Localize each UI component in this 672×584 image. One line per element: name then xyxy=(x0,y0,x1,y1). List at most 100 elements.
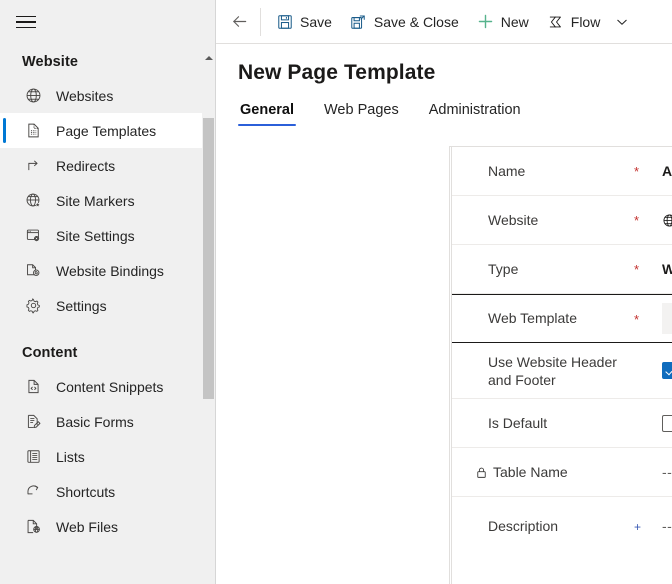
sidebar-item-label: Site Markers xyxy=(56,193,135,209)
command-bar: Save Save & Close xyxy=(216,0,672,44)
form-row-website: Website * Starter Portal xyxy=(452,196,672,245)
sidebar-item-label: Redirects xyxy=(56,158,115,174)
required-marker xyxy=(634,370,662,372)
sidebar-item-web-files[interactable]: Web Files xyxy=(0,509,215,544)
sidebar-item-websites[interactable]: Websites xyxy=(0,78,215,113)
page-template-icon xyxy=(22,120,44,142)
nav-group-title-content: Content xyxy=(0,323,215,369)
form-row-table-name: Table Name --- xyxy=(452,448,672,497)
field-value-website[interactable]: Starter Portal xyxy=(662,212,672,228)
tab-general[interactable]: General xyxy=(238,102,296,126)
field-label-use-website-header-and-footer: Use Website Header and Footer xyxy=(488,353,634,389)
globe-icon xyxy=(662,213,672,228)
save-and-close-icon xyxy=(350,13,367,30)
flow-button-label: Flow xyxy=(571,14,601,30)
save-and-close-button[interactable]: Save & Close xyxy=(341,5,468,39)
required-marker: * xyxy=(634,263,662,275)
sidebar-item-label: Site Settings xyxy=(56,228,135,244)
sidebar-item-label: Content Snippets xyxy=(56,379,163,395)
flow-button[interactable]: Flow xyxy=(538,5,610,39)
sidebar: Website Websites xyxy=(0,0,216,584)
form-card-inner: Name * Account Data Snippet Website * xyxy=(451,147,672,584)
checkbox-use-website-header-and-footer[interactable] xyxy=(662,362,672,379)
form-edit-icon xyxy=(22,411,44,433)
tab-web-pages[interactable]: Web Pages xyxy=(322,102,401,126)
save-and-close-button-label: Save & Close xyxy=(374,14,459,30)
web-file-icon xyxy=(22,516,44,538)
form-row-is-default: Is Default xyxy=(452,399,672,448)
field-value-description[interactable]: --- xyxy=(662,518,672,534)
checkbox-is-default[interactable] xyxy=(662,415,672,432)
sidebar-item-redirects[interactable]: Redirects xyxy=(0,148,215,183)
sidebar-nav: Website Websites xyxy=(0,44,215,584)
back-arrow-icon[interactable] xyxy=(222,5,256,39)
form-row-web-template: Web Template * account-web-template xyxy=(452,294,672,343)
sidebar-item-label: Page Templates xyxy=(56,123,156,139)
save-icon xyxy=(276,13,293,30)
globe-star-icon xyxy=(22,190,44,212)
sidebar-item-basic-forms[interactable]: Basic Forms xyxy=(0,404,215,439)
field-label-table-name-text: Table Name xyxy=(493,463,568,482)
scroll-up-arrow-icon[interactable] xyxy=(202,52,215,64)
tab-administration[interactable]: Administration xyxy=(427,102,523,126)
new-button-label: New xyxy=(501,14,529,30)
list-icon xyxy=(22,446,44,468)
required-marker xyxy=(634,471,662,473)
sidebar-item-page-templates[interactable]: Page Templates xyxy=(0,113,215,148)
required-marker: * xyxy=(634,313,662,325)
sidebar-item-site-markers[interactable]: Site Markers xyxy=(0,183,215,218)
field-label-description: Description xyxy=(488,517,634,536)
sidebar-scrollbar-thumb[interactable] xyxy=(203,118,214,399)
sidebar-item-label: Lists xyxy=(56,449,85,465)
sidebar-item-shortcuts[interactable]: Shortcuts xyxy=(0,474,215,509)
sidebar-item-label: Basic Forms xyxy=(56,414,134,430)
nav-group-title-website: Website xyxy=(0,44,215,78)
redirect-arrow-icon xyxy=(22,155,44,177)
sidebar-item-label: Shortcuts xyxy=(56,484,115,500)
gear-icon xyxy=(22,295,44,317)
app-window: Website Websites xyxy=(0,0,672,584)
tab-list: General Web Pages Administration xyxy=(216,96,672,126)
sidebar-item-label: Settings xyxy=(56,298,107,314)
new-button[interactable]: New xyxy=(468,5,538,39)
hamburger-icon[interactable] xyxy=(16,11,38,33)
field-value-use-website-header-and-footer xyxy=(662,362,672,379)
form-row-type: Type * Web Template xyxy=(452,245,672,294)
sidebar-item-content-snippets[interactable]: Content Snippets xyxy=(0,369,215,404)
form-row-description: Description + --- xyxy=(452,497,672,555)
code-file-icon xyxy=(22,376,44,398)
lookup-chip-web-template[interactable]: account-web-template xyxy=(662,303,672,334)
website-bindings-icon xyxy=(22,260,44,282)
form-card: Name * Account Data Snippet Website * xyxy=(449,146,672,584)
page-title: New Page Template xyxy=(216,44,672,85)
lock-icon xyxy=(475,466,488,479)
sidebar-item-site-settings[interactable]: Site Settings xyxy=(0,218,215,253)
chevron-down-icon[interactable] xyxy=(609,5,635,39)
form-row-name: Name * Account Data Snippet xyxy=(452,147,672,196)
globe-icon xyxy=(22,85,44,107)
field-label-is-default: Is Default xyxy=(488,414,634,433)
sidebar-item-lists[interactable]: Lists xyxy=(0,439,215,474)
sidebar-item-settings[interactable]: Settings xyxy=(0,288,215,323)
field-label-table-name: Table Name xyxy=(488,463,634,482)
field-value-table-name: --- xyxy=(662,464,672,480)
required-marker: * xyxy=(634,165,662,177)
save-button[interactable]: Save xyxy=(267,5,341,39)
form-row-use-website-header-and-footer: Use Website Header and Footer xyxy=(452,343,672,399)
command-bar-divider xyxy=(260,8,261,36)
sidebar-item-label: Web Files xyxy=(56,519,118,535)
sidebar-header xyxy=(0,0,215,44)
sidebar-item-label: Websites xyxy=(56,88,113,104)
shortcut-icon xyxy=(22,481,44,503)
field-label-website: Website xyxy=(488,211,634,230)
field-label-name: Name xyxy=(488,162,634,181)
field-label-type: Type xyxy=(488,260,634,279)
field-label-web-template: Web Template xyxy=(488,309,634,328)
sidebar-item-website-bindings[interactable]: Website Bindings xyxy=(0,253,215,288)
field-value-name[interactable]: Account Data Snippet xyxy=(662,163,672,179)
required-marker: * xyxy=(634,214,662,226)
sidebar-scrollbar[interactable] xyxy=(202,44,215,584)
main-content: Save Save & Close xyxy=(216,0,672,584)
field-value-type[interactable]: Web Template xyxy=(662,261,672,277)
site-settings-icon xyxy=(22,225,44,247)
